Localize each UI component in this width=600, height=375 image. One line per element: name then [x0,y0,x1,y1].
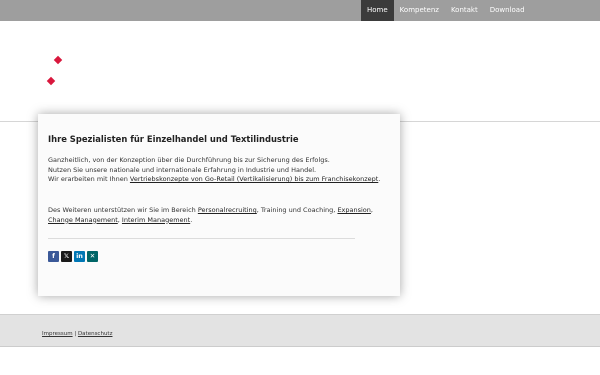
nav-home[interactable]: Home [361,0,394,21]
intro-line-2: Nutzen Sie unsere nationale und internat… [48,165,317,174]
intro-line-3-text: Wir erarbeiten mit Ihnen [48,175,130,184]
bottom-divider [0,346,600,347]
services-paragraph: Des Weiteren unterstützen wir Sie im Ber… [48,206,388,225]
content-card: Ihre Spezialisten für Einzelhandel und T… [38,114,400,296]
facebook-icon[interactable]: f [48,251,59,262]
nav-kompetenz[interactable]: Kompetenz [394,0,445,21]
services-text: , Training und Coaching, [256,206,338,214]
change-management-link[interactable]: Change Management [48,216,118,224]
nav-download[interactable]: Download [484,0,531,21]
datenschutz-link[interactable]: Datenschutz [78,331,113,337]
page: Home Kompetenz Kontakt Download Ihre Spe… [0,0,600,375]
page-title: Ihre Spezialisten für Einzelhandel und T… [48,134,299,144]
intro-line-1: Ganzheitlich, von der Konzeption über di… [48,156,330,164]
linkedin-icon[interactable]: in [74,251,85,262]
services-text: Des Weiteren unterstützen wir Sie im Ber… [48,206,198,214]
logo-diamond-icon [53,55,63,65]
top-bar: Home Kompetenz Kontakt Download [0,0,600,21]
interim-management-link[interactable]: Interim Management [122,216,190,224]
services-text: . [190,215,193,224]
main-nav: Home Kompetenz Kontakt Download [361,0,531,21]
x-icon[interactable]: 𝕏 [61,251,72,262]
logo-diamond-icon [46,76,56,86]
nav-kontakt[interactable]: Kontakt [445,0,484,21]
intro-paragraph: Ganzheitlich, von der Konzeption über di… [48,156,388,185]
content-divider [48,238,355,239]
footer: Impressum | Datenschutz [0,314,600,346]
intro-line-3-end: . [378,175,381,184]
impressum-link[interactable]: Impressum [42,331,73,337]
vertriebskonzepte-link[interactable]: Vertriebskonzepte von Go-Retail (Vertika… [130,175,378,183]
expansion-link[interactable]: Expansion [337,206,370,214]
personalrecruiting-link[interactable]: Personalrecruiting [198,206,257,214]
services-text: , [370,206,373,214]
share-buttons: f 𝕏 in ✕ [48,251,98,262]
xing-icon[interactable]: ✕ [87,251,98,262]
footer-links: Impressum | Datenschutz [42,331,112,337]
